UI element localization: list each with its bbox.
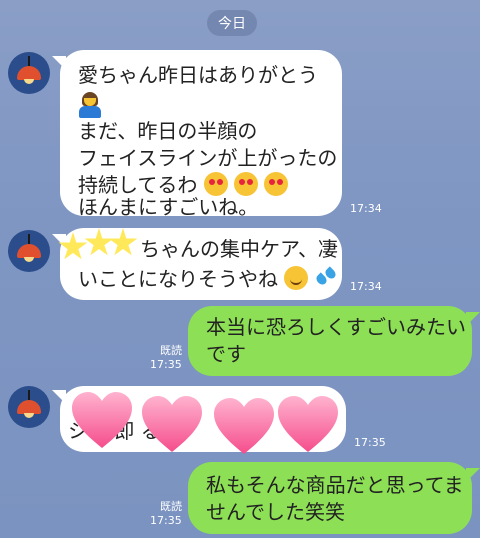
message-text: いことになりそうやね (78, 267, 278, 291)
date-separator: 今日 (207, 10, 257, 36)
message-time: 17:34 (350, 202, 382, 215)
message-time: 17:35 (150, 358, 182, 371)
message-text: ほんまにすごいね。 (78, 195, 259, 219)
avatar[interactable] (8, 386, 50, 428)
avatar[interactable] (8, 52, 50, 94)
message-time: 17:34 (350, 280, 382, 293)
grinning-face-with-sweat-icon (284, 266, 309, 290)
message-text: です (206, 342, 246, 366)
bubble-tail (466, 312, 480, 326)
sweat-droplets-icon (315, 266, 337, 290)
message-text: ちゃんの集中ケア、凄 (140, 237, 338, 261)
avatar[interactable] (8, 230, 50, 272)
pink-heart-icon (276, 392, 340, 456)
message-time: 17:35 (150, 514, 182, 527)
message-text: 愛ちゃん昨日はありがとう (78, 63, 318, 87)
pink-heart-icon (212, 394, 276, 458)
read-receipt: 既読 (160, 344, 182, 357)
message-text: せんでした笑笑 (206, 500, 345, 524)
message-text-row: いことになりそうやね (78, 264, 337, 295)
message-text: 持続してるわ (78, 173, 198, 197)
smiling-face-with-heart-eyes-icon (203, 172, 228, 196)
person-bowing-icon (76, 92, 104, 118)
message-bubble-outgoing[interactable]: 本当に恐ろしくすごいみたい です (188, 306, 472, 376)
bubble-tail (466, 468, 480, 482)
message-time: 17:35 (354, 436, 386, 449)
smiling-face-with-heart-eyes-icon (264, 172, 289, 196)
message-bubble-outgoing[interactable]: 私もそんな商品だと思ってま せんでした笑笑 (188, 462, 472, 534)
pink-heart-icon (140, 392, 204, 456)
pink-heart-icon (70, 388, 134, 452)
smiling-face-with-heart-eyes-icon (234, 172, 259, 196)
read-receipt: 既読 (160, 500, 182, 513)
message-bubble-incoming[interactable]: 愛ちゃん昨日はありがとう まだ、昨日の半顔の フェイスラインが上がったの 持続し… (60, 50, 342, 219)
